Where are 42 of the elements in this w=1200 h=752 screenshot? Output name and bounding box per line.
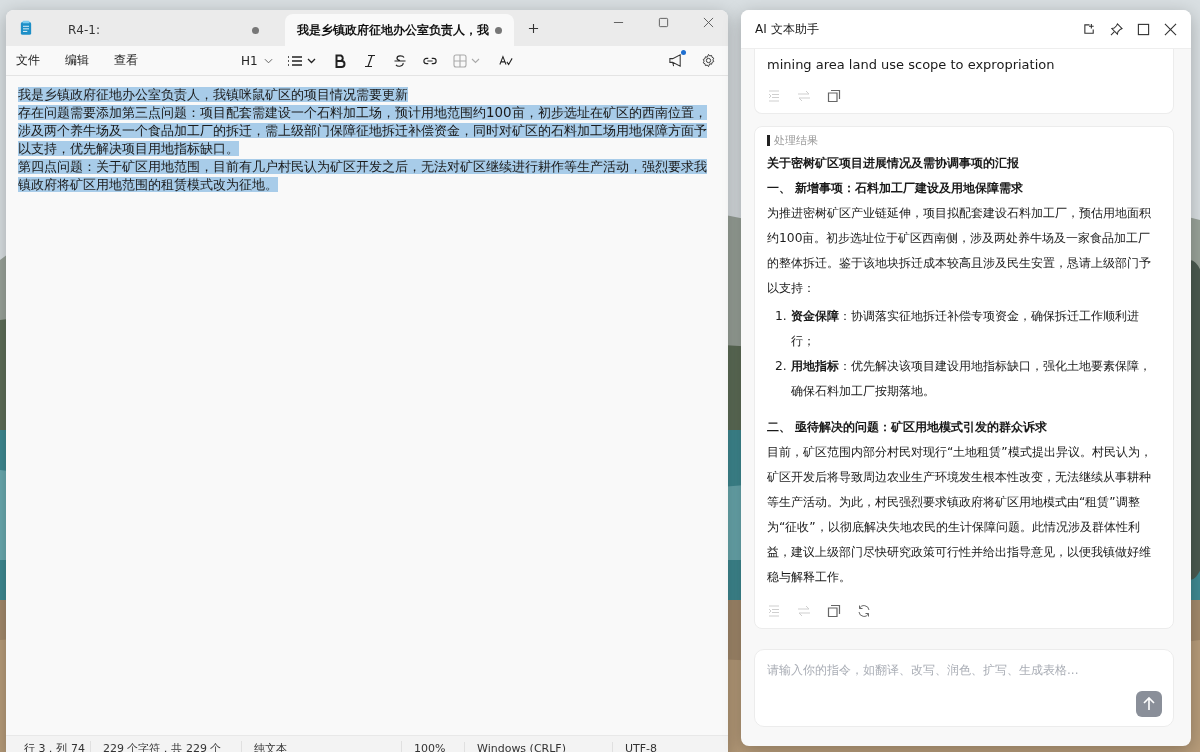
list-item: 用地指标：优先解决该项目建设用地指标缺口，强化土地要素保障，确保石料加工厂按期落地。 xyxy=(790,358,1152,400)
strikethrough-icon[interactable] xyxy=(392,53,407,68)
section-heading: 二、 亟待解决的问题：矿区用地模式引发的群众诉求 xyxy=(767,418,1049,436)
copy-icon[interactable] xyxy=(827,604,841,618)
copy-icon[interactable] xyxy=(827,89,841,103)
menu-item[interactable]: 文件 xyxy=(16,52,40,69)
close-icon[interactable] xyxy=(1164,22,1177,36)
list-number: 2. xyxy=(775,358,787,375)
heading-dropdown[interactable]: H1 xyxy=(237,51,277,70)
refresh-icon[interactable] xyxy=(857,604,871,618)
text-paragraph: 存在问题需要添加第三点问题：项目配套需建设一个石料加工场，预计用地范围约100亩，初步选址在矿区的西南位置，涉及两个养牛场及一个食品加工厂的拆迁，需上级部门保障征地拆迁补偿资金，同时对矿区的石料加工场用地保障方面予以支持，优先解决项目用地指标缺口。 xyxy=(18,104,708,158)
tab[interactable]: R4-1: xyxy=(56,14,271,46)
result-label: 处理结果 xyxy=(774,133,818,148)
message-text: mining area land use scope to expropriation xyxy=(767,56,1056,74)
notepad-icon xyxy=(20,20,32,36)
result-paragraph: 目前，矿区范围内部分村民对现行“土地租赁”模式提出异议。村民认为，矿区开发后将导致周边农业生产环境发生根本性改变，无法继续从事耕种等生产活动。为此，村民强烈要求镇政府将矿区用地模式由“租赁”调整为“征收”，以彻底解决失地农民的生计保障问题。此情况涉及群体性利益，建议上级部门尽快研究政策可行性并给出指导意见，以便我镇做好维稳与解释工作。 xyxy=(767,444,1153,586)
section-heading: 一、 新增事项：石料加工厂建设及用地保障需求 xyxy=(767,179,1025,197)
settings-icon[interactable] xyxy=(701,53,716,68)
pin-icon[interactable] xyxy=(1110,22,1123,36)
text-paragraph: 第四点问题：关于矿区用地范围，目前有几户村民认为矿区开发之后，无法对矿区继续进行耕作等生产活动，强烈要求我镇政府将矿区用地范围的租赁模式改为征地。 xyxy=(18,158,708,194)
italic-icon[interactable] xyxy=(362,53,377,68)
caret-icon xyxy=(263,57,273,64)
text-paragraph: 我是乡镇政府征地办公室负责人，我镇咪鼠矿区的项目情况需要更新 xyxy=(18,86,409,104)
maximize-icon[interactable] xyxy=(1137,22,1150,36)
menu-item[interactable]: 查看 xyxy=(114,52,138,69)
list-icon[interactable] xyxy=(286,53,317,68)
menu-item[interactable]: 编辑 xyxy=(65,52,89,69)
status-item: 100% xyxy=(402,741,465,752)
status-item: UTF-8 xyxy=(624,741,659,752)
list-item: 资金保障：协调落实征地拆迁补偿专项资金，确保拆迁工作顺利进行； xyxy=(790,308,1140,350)
list-number: 1. xyxy=(775,308,787,325)
tab[interactable]: 我是乡镇政府征地办公室负责人，我 xyxy=(285,14,514,46)
result-title: 关于密树矿区项目进展情况及需协调事项的汇报 xyxy=(767,154,1020,172)
new-chat-icon[interactable] xyxy=(1083,22,1096,36)
result-paragraph: 为推进密树矿区产业链延伸，项目拟配套建设石料加工厂，预估用地面积约100亩。初步选址位于矿区西南侧，涉及两处养牛场及一家食品加工厂的整体拆迁。鉴于该地块拆迁成本较高且涉及民生安置，恳请上级部门予以支持： xyxy=(767,205,1152,297)
panel-title: AI 文本助手 xyxy=(755,20,819,38)
close-icon[interactable] xyxy=(703,17,714,28)
spellcheck-icon[interactable] xyxy=(498,53,513,68)
send-button[interactable] xyxy=(1136,691,1162,717)
instruction-field[interactable]: 请输入你的指令，如翻译、改写、润色、扩写、生成表格... xyxy=(754,649,1174,727)
add-tab-icon[interactable] xyxy=(528,22,539,34)
megaphone-icon[interactable] xyxy=(668,53,683,68)
